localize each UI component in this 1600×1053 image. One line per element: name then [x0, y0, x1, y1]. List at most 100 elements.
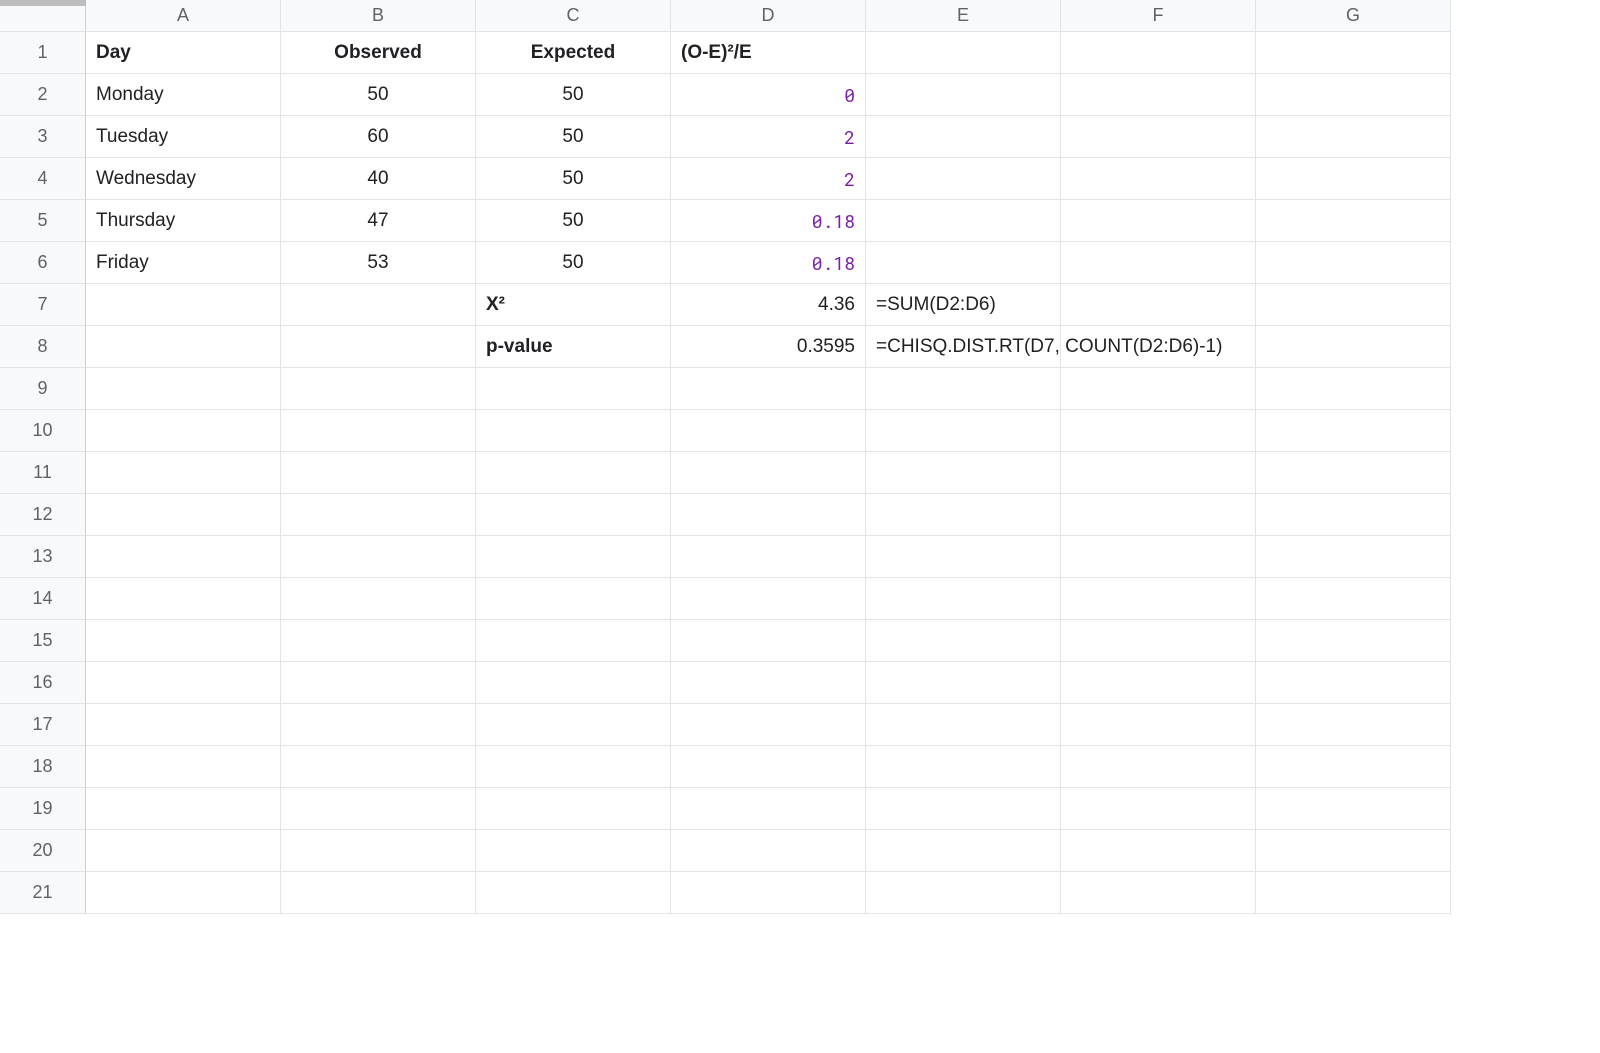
cell-D9[interactable]: [671, 368, 866, 410]
cell-A21[interactable]: [86, 872, 281, 914]
cell-E10[interactable]: [866, 410, 1061, 452]
cell-B1[interactable]: Observed: [281, 32, 476, 74]
cell-A18[interactable]: [86, 746, 281, 788]
cell-G20[interactable]: [1256, 830, 1451, 872]
cell-G6[interactable]: [1256, 242, 1451, 284]
cell-C9[interactable]: [476, 368, 671, 410]
cell-E4[interactable]: [866, 158, 1061, 200]
column-header-b[interactable]: B: [281, 0, 476, 32]
cell-F8[interactable]: [1061, 326, 1256, 368]
cell-B19[interactable]: [281, 788, 476, 830]
row-header-4[interactable]: 4: [0, 158, 86, 200]
cell-B18[interactable]: [281, 746, 476, 788]
row-header-9[interactable]: 9: [0, 368, 86, 410]
cell-G16[interactable]: [1256, 662, 1451, 704]
cell-E3[interactable]: [866, 116, 1061, 158]
cell-E8[interactable]: [866, 326, 1061, 368]
cell-A1[interactable]: Day: [86, 32, 281, 74]
cell-D17[interactable]: [671, 704, 866, 746]
row-header-19[interactable]: 19: [0, 788, 86, 830]
cell-F10[interactable]: [1061, 410, 1256, 452]
cell-B8[interactable]: [281, 326, 476, 368]
cell-D10[interactable]: [671, 410, 866, 452]
cell-A20[interactable]: [86, 830, 281, 872]
cell-E18[interactable]: [866, 746, 1061, 788]
cell-E2[interactable]: [866, 74, 1061, 116]
cell-B10[interactable]: [281, 410, 476, 452]
cell-D20[interactable]: [671, 830, 866, 872]
cell-C6[interactable]: 50: [476, 242, 671, 284]
row-header-16[interactable]: 16: [0, 662, 86, 704]
row-header-18[interactable]: 18: [0, 746, 86, 788]
cell-A14[interactable]: [86, 578, 281, 620]
cell-B3[interactable]: 60: [281, 116, 476, 158]
cell-G14[interactable]: [1256, 578, 1451, 620]
row-header-2[interactable]: 2: [0, 74, 86, 116]
cell-F15[interactable]: [1061, 620, 1256, 662]
cell-F2[interactable]: [1061, 74, 1256, 116]
column-header-c[interactable]: C: [476, 0, 671, 32]
cell-D1[interactable]: (O-E)²/E: [671, 32, 866, 74]
cell-G21[interactable]: [1256, 872, 1451, 914]
row-header-3[interactable]: 3: [0, 116, 86, 158]
cell-B9[interactable]: [281, 368, 476, 410]
column-header-f[interactable]: F: [1061, 0, 1256, 32]
cell-A17[interactable]: [86, 704, 281, 746]
cell-C3[interactable]: 50: [476, 116, 671, 158]
cell-F17[interactable]: [1061, 704, 1256, 746]
cell-G2[interactable]: [1256, 74, 1451, 116]
cell-G12[interactable]: [1256, 494, 1451, 536]
cell-D8[interactable]: 0.3595: [671, 326, 866, 368]
cell-E12[interactable]: [866, 494, 1061, 536]
cell-A6[interactable]: Friday: [86, 242, 281, 284]
cell-F9[interactable]: [1061, 368, 1256, 410]
cell-E1[interactable]: [866, 32, 1061, 74]
cell-G4[interactable]: [1256, 158, 1451, 200]
cell-A2[interactable]: Monday: [86, 74, 281, 116]
cell-C12[interactable]: [476, 494, 671, 536]
cell-D14[interactable]: [671, 578, 866, 620]
row-header-6[interactable]: 6: [0, 242, 86, 284]
cell-F19[interactable]: [1061, 788, 1256, 830]
cell-F3[interactable]: [1061, 116, 1256, 158]
cell-D12[interactable]: [671, 494, 866, 536]
cell-G11[interactable]: [1256, 452, 1451, 494]
cell-D5[interactable]: 0.18: [671, 200, 866, 242]
cell-E17[interactable]: [866, 704, 1061, 746]
cell-F20[interactable]: [1061, 830, 1256, 872]
cell-F1[interactable]: [1061, 32, 1256, 74]
cell-E9[interactable]: [866, 368, 1061, 410]
cell-F6[interactable]: [1061, 242, 1256, 284]
cell-E19[interactable]: [866, 788, 1061, 830]
cell-A11[interactable]: [86, 452, 281, 494]
cell-G3[interactable]: [1256, 116, 1451, 158]
cell-D11[interactable]: [671, 452, 866, 494]
cell-F5[interactable]: [1061, 200, 1256, 242]
cell-B16[interactable]: [281, 662, 476, 704]
cell-A13[interactable]: [86, 536, 281, 578]
cell-D21[interactable]: [671, 872, 866, 914]
cell-D4[interactable]: 2: [671, 158, 866, 200]
cell-E11[interactable]: [866, 452, 1061, 494]
cell-A7[interactable]: [86, 284, 281, 326]
cell-A5[interactable]: Thursday: [86, 200, 281, 242]
cell-B15[interactable]: [281, 620, 476, 662]
row-header-1[interactable]: 1: [0, 32, 86, 74]
cell-B12[interactable]: [281, 494, 476, 536]
cell-G15[interactable]: [1256, 620, 1451, 662]
cell-C2[interactable]: 50: [476, 74, 671, 116]
cell-F4[interactable]: [1061, 158, 1256, 200]
cell-A3[interactable]: Tuesday: [86, 116, 281, 158]
cell-E15[interactable]: [866, 620, 1061, 662]
cell-D13[interactable]: [671, 536, 866, 578]
cell-D18[interactable]: [671, 746, 866, 788]
cell-A19[interactable]: [86, 788, 281, 830]
cell-D7[interactable]: 4.36: [671, 284, 866, 326]
cell-F21[interactable]: [1061, 872, 1256, 914]
cell-G1[interactable]: [1256, 32, 1451, 74]
cell-E16[interactable]: [866, 662, 1061, 704]
cell-B13[interactable]: [281, 536, 476, 578]
cell-C20[interactable]: [476, 830, 671, 872]
cell-D15[interactable]: [671, 620, 866, 662]
cell-B17[interactable]: [281, 704, 476, 746]
